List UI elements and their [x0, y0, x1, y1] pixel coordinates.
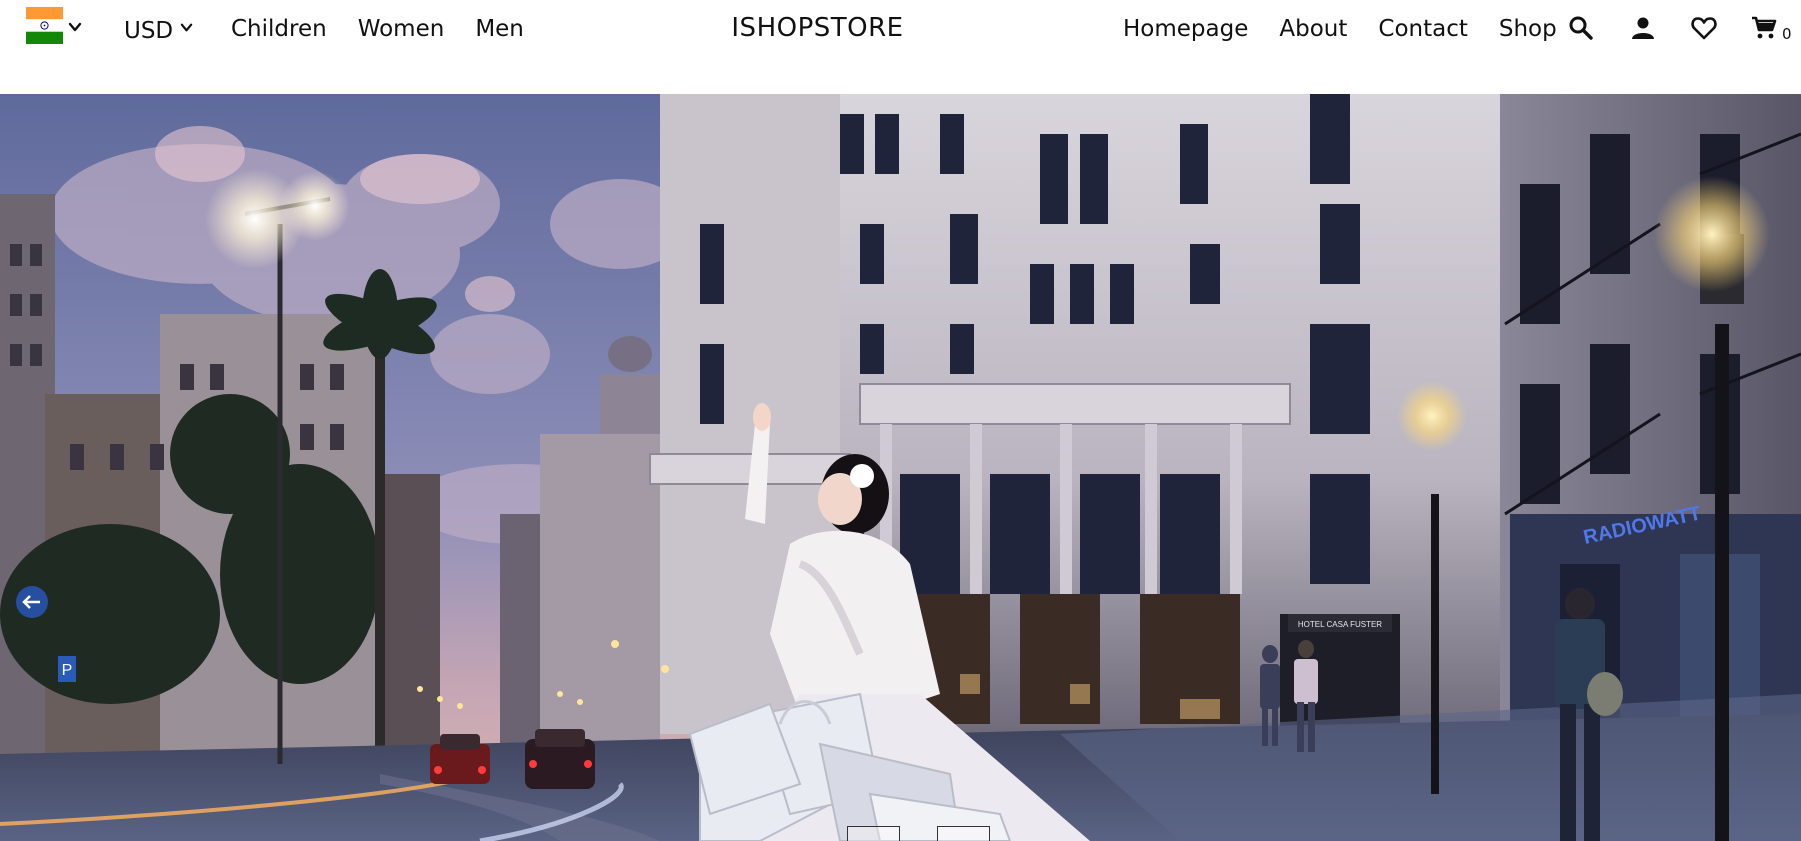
slider-prev-button[interactable] — [847, 826, 900, 841]
parking-sign: P — [62, 662, 73, 679]
nav-about[interactable]: About — [1279, 16, 1347, 42]
hero-slider: HOTEL CASA FUSTER RADIOWATT P — [0, 94, 1801, 841]
hero-image: HOTEL CASA FUSTER RADIOWATT P — [0, 94, 1801, 841]
cart-icon[interactable] — [1751, 15, 1777, 41]
user-icon[interactable] — [1630, 15, 1656, 41]
cart-count: 0 — [1782, 25, 1792, 43]
slider-next-button[interactable] — [937, 826, 990, 841]
site-header: USD Children Women Men ISHOPSTORE Homepa… — [0, 0, 1801, 94]
nav-shop[interactable]: Shop — [1499, 16, 1557, 42]
hotel-sign: HOTEL CASA FUSTER — [1298, 620, 1382, 629]
nav-homepage[interactable]: Homepage — [1123, 16, 1248, 42]
nav-contact[interactable]: Contact — [1378, 16, 1467, 42]
search-icon[interactable] — [1568, 15, 1594, 41]
heart-icon[interactable] — [1691, 15, 1717, 41]
main-nav: Homepage About Contact Shop — [1123, 16, 1557, 42]
